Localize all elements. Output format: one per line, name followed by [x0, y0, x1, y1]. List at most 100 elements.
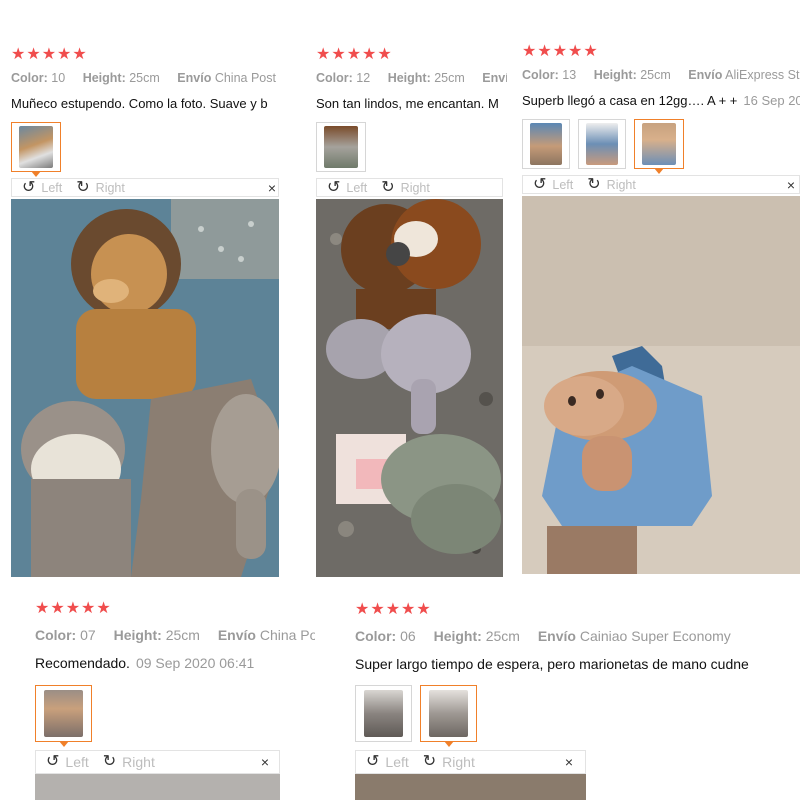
review-card-3: ★★★★★ Color: 13 Height: 25cm Envío AliEx…: [522, 41, 800, 581]
shipping-value: AliExpress St: [725, 68, 800, 82]
height-value: 25cm: [434, 71, 465, 85]
review-meta: Color: 10 Height: 25cm Envío China Post: [11, 71, 283, 85]
star-icon: ★: [35, 600, 50, 617]
height-value: 25cm: [165, 627, 200, 643]
color-label: Color:: [316, 71, 353, 85]
height-label: Height:: [433, 628, 482, 644]
rotate-left-button[interactable]: ↺ Left: [366, 753, 409, 771]
review-text: Son tan lindos, me encantan. M: [316, 96, 499, 111]
donkey-thumbnail-image: [585, 123, 619, 165]
color-value: 12: [356, 71, 371, 85]
star-icon: ★: [377, 46, 392, 63]
rotate-left-icon: ↺: [533, 175, 547, 193]
rotate-right-button[interactable]: ↻ Right: [587, 176, 636, 193]
star-icon: ★: [96, 600, 111, 617]
review-card-4: ★★★★★ Color: 07 Height: 25cm Envío China…: [35, 598, 315, 800]
thumbnail-strip: [522, 119, 684, 174]
star-icon: ★: [583, 43, 598, 60]
color-label: Color:: [35, 627, 77, 643]
puppet-thumbnail-image: [324, 126, 358, 168]
review-thumbnail[interactable]: [578, 119, 626, 169]
review-card-2: ★★★★★ Color: 12 Height: 25cm Envío Son t…: [316, 44, 507, 584]
rating-stars: ★★★★★: [355, 601, 432, 619]
review-photo: [316, 199, 503, 577]
review-date: 16 Sep 20: [743, 93, 800, 108]
star-icon: ★: [50, 600, 65, 617]
rotate-left-button[interactable]: ↺ Left: [46, 753, 89, 771]
height-label: Height:: [82, 71, 126, 85]
rotate-left-icon: ↺: [327, 178, 341, 196]
rating-stars: ★★★★★: [35, 600, 112, 618]
color-label: Color:: [522, 68, 559, 82]
rotate-right-button[interactable]: ↻ Right: [76, 179, 125, 196]
star-icon: ★: [41, 46, 57, 63]
review-thumbnail[interactable]: [420, 685, 477, 747]
review-thumbnail[interactable]: [316, 122, 366, 172]
rotate-right-button[interactable]: ↻ Right: [423, 754, 475, 771]
review-thumbnail[interactable]: [522, 119, 570, 169]
rotate-left-icon: ↺: [22, 178, 36, 196]
image-viewer-toolbar: ↺ Left ↻ Right ×: [522, 175, 800, 194]
close-icon[interactable]: ×: [261, 751, 269, 773]
review-photo: [522, 196, 800, 574]
image-viewer-toolbar: ↺ Left ↻ Right: [316, 178, 503, 197]
rating-stars: ★★★★★: [522, 43, 599, 61]
height-label: Height:: [387, 71, 431, 85]
star-icon: ★: [416, 601, 431, 618]
sheep-thumbnail-image: [429, 689, 468, 738]
star-icon: ★: [316, 46, 331, 63]
color-value: 13: [562, 68, 577, 82]
height-label: Height:: [113, 627, 162, 643]
thumbnail-strip: [11, 122, 61, 177]
shipping-label: Envío: [537, 628, 576, 644]
height-value: 25cm: [129, 71, 160, 85]
thumbnail-strip: [35, 685, 92, 747]
rotate-right-icon: ↻: [381, 178, 395, 196]
star-icon: ★: [81, 600, 96, 617]
star-icon: ★: [26, 46, 41, 63]
star-icon: ★: [57, 46, 72, 63]
review-meta: Color: 12 Height: 25cm Envío: [316, 71, 507, 85]
puppet-thumbnail-image: [44, 689, 83, 738]
star-icon: ★: [537, 43, 552, 60]
shipping-label: Envío: [177, 71, 212, 85]
height-label: Height:: [593, 68, 637, 82]
review-photo: [355, 774, 586, 800]
dog-elephant-hippo-puppets-image: [316, 199, 503, 577]
shipping-value: China Post: [214, 71, 276, 85]
rating-stars: ★★★★★: [11, 46, 88, 64]
star-icon: ★: [11, 46, 26, 63]
star-icon: ★: [72, 46, 87, 63]
review-card-1: ★★★★★ Color: 10 Height: 25cm Envío China…: [11, 44, 283, 584]
rotate-right-button[interactable]: ↻ Right: [102, 753, 155, 771]
close-icon[interactable]: ×: [268, 179, 276, 197]
star-icon: ★: [522, 43, 537, 60]
rotate-left-icon: ↺: [366, 753, 380, 770]
donkey-thumbnail-image: [642, 123, 676, 165]
review-thumbnail[interactable]: [11, 122, 61, 177]
donkey-thumbnail-image: [529, 123, 563, 165]
sheep-thumbnail-image: [364, 689, 403, 738]
shipping-label: Envío: [688, 68, 723, 82]
star-icon: ★: [568, 43, 583, 60]
close-icon[interactable]: ×: [565, 751, 573, 773]
rotate-right-icon: ↻: [102, 753, 117, 770]
star-icon: ★: [401, 601, 416, 618]
review-thumbnail[interactable]: [634, 119, 684, 174]
height-value: 25cm: [485, 628, 520, 644]
close-icon[interactable]: ×: [787, 176, 795, 194]
shipping-value: China Pos: [259, 627, 315, 643]
review-card-5: ★★★★★ Color: 06 Height: 25cm Envío Caini…: [355, 599, 800, 800]
rotate-left-button[interactable]: ↺ Left: [327, 178, 367, 196]
star-icon: ★: [346, 46, 362, 63]
rotate-left-button[interactable]: ↺ Left: [22, 178, 62, 196]
thumbnail-strip: [316, 122, 366, 172]
shipping-value: Cainiao Super Economy: [579, 628, 731, 644]
rotate-right-button[interactable]: ↻ Right: [381, 178, 430, 196]
review-thumbnail[interactable]: [35, 685, 92, 747]
rotate-left-button[interactable]: ↺ Left: [533, 175, 573, 193]
color-value: 06: [400, 628, 416, 644]
review-thumbnail[interactable]: [355, 685, 412, 742]
star-icon: ★: [385, 601, 401, 618]
rotate-left-icon: ↺: [46, 753, 60, 770]
